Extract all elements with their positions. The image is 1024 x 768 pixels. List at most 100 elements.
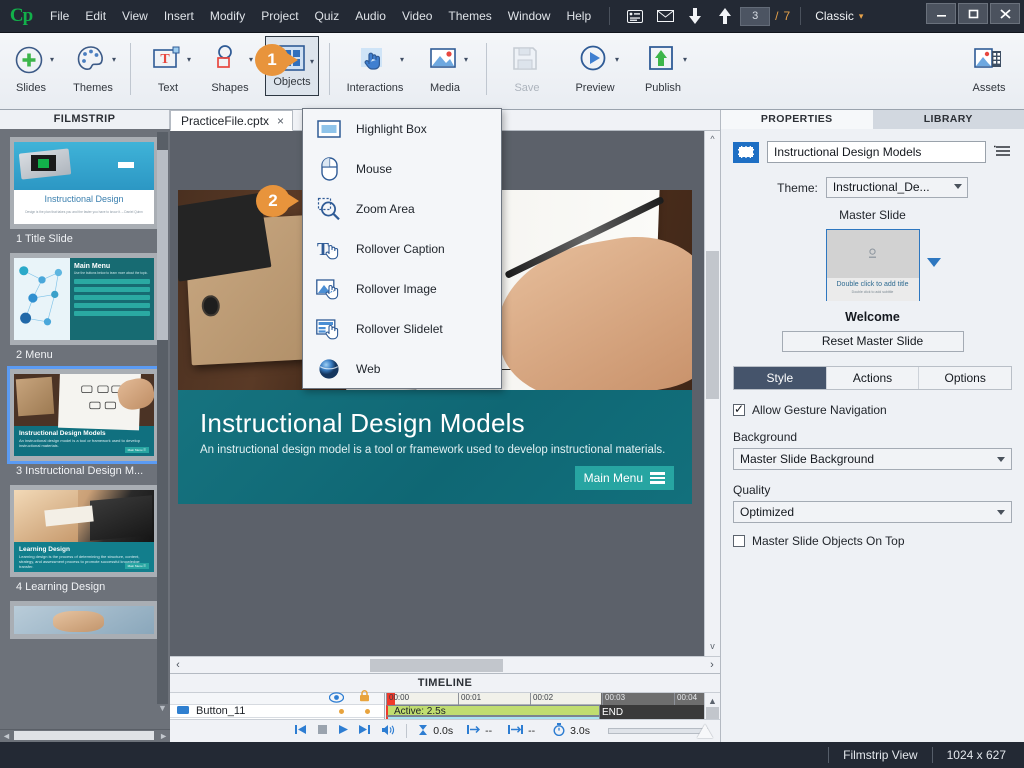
notes-icon[interactable] [626, 7, 644, 25]
tab-properties[interactable]: PROPERTIES [721, 110, 873, 129]
menu-audio[interactable]: Audio [347, 5, 394, 27]
filmstrip-horizontal-scrollbar[interactable]: ◄ ► [0, 729, 170, 742]
tab-style[interactable]: Style [734, 367, 827, 389]
menu-modify[interactable]: Modify [202, 5, 253, 27]
quality-select[interactable]: Optimized [733, 501, 1012, 523]
filmstrip-scroll-down-arrow[interactable]: ▼ [157, 702, 168, 714]
lock-icon[interactable] [359, 690, 370, 702]
close-icon[interactable]: × [277, 114, 284, 128]
menu-themes[interactable]: Themes [440, 5, 499, 27]
view-mode-label[interactable]: Filmstrip View [843, 748, 917, 762]
slide-thumbnail[interactable] [10, 601, 158, 639]
stage-horizontal-scrollbar[interactable]: ‹ › [170, 656, 720, 673]
filmstrip-slide-3[interactable]: Instructional Design Models An instructi… [7, 366, 161, 477]
background-select[interactable]: Master Slide Background [733, 448, 1012, 470]
filmstrip-hscroll-thumb[interactable] [14, 731, 154, 740]
ribbon-button-themes[interactable]: ▾ Themes [62, 33, 124, 108]
tab-actions[interactable]: Actions [826, 367, 920, 389]
stage-scroll-up-arrow[interactable]: ^ [706, 132, 719, 146]
master-slide-thumbnail[interactable]: Double click to add title Double click t… [825, 229, 941, 301]
slide-main-menu-button[interactable]: Main Menu [574, 466, 674, 490]
slide-thumbnail-selected[interactable]: Instructional Design Models An instructi… [7, 366, 161, 464]
filmstrip-scrollbar-thumb[interactable] [157, 150, 168, 340]
slide-thumbnail[interactable]: Main Menu Use the buttons below to learn… [10, 253, 158, 345]
row-visibility-dot[interactable] [339, 708, 344, 714]
window-minimize-button[interactable] [926, 3, 956, 24]
slides-chevron-down-icon[interactable]: ▾ [50, 55, 54, 64]
gesture-navigation-row[interactable]: Allow Gesture Navigation [733, 402, 1012, 417]
menu-item-web[interactable]: Web [303, 349, 501, 389]
ribbon-button-publish[interactable]: ▾ Publish [629, 33, 697, 108]
panel-menu-icon[interactable] [994, 144, 1012, 161]
play-icon[interactable] [338, 724, 349, 738]
stage-hscroll-thumb[interactable] [370, 659, 503, 672]
themes-chevron-down-icon[interactable]: ▾ [112, 55, 116, 64]
ribbon-button-preview[interactable]: ▾ Preview [561, 33, 629, 108]
window-maximize-button[interactable] [958, 3, 988, 24]
workspace-name[interactable]: Classic [815, 9, 854, 23]
menu-item-zoom-area[interactable]: Zoom Area [303, 189, 501, 229]
master-objects-on-top-checkbox[interactable] [733, 535, 745, 547]
menu-quiz[interactable]: Quiz [307, 5, 348, 27]
menu-file[interactable]: File [42, 5, 77, 27]
menu-video[interactable]: Video [394, 5, 440, 27]
slide-thumbnail[interactable]: Learning Design Learning design is the p… [10, 485, 158, 577]
tab-library[interactable]: LIBRARY [872, 110, 1024, 129]
upload-icon[interactable] [716, 7, 734, 25]
menu-item-rollover-image[interactable]: Rollover Image [303, 269, 501, 309]
objects-chevron-down-icon[interactable]: ▾ [310, 57, 314, 66]
window-close-button[interactable] [990, 3, 1020, 24]
stage-scroll-left-arrow[interactable]: ‹ [170, 657, 186, 674]
menu-edit[interactable]: Edit [77, 5, 114, 27]
ribbon-button-shapes[interactable]: ▾ Shapes [199, 33, 261, 108]
eye-icon[interactable] [328, 690, 345, 704]
filmstrip-scroll-area[interactable]: Instructional Design Design is the plan … [0, 129, 170, 727]
gesture-navigation-checkbox[interactable] [733, 402, 745, 416]
ribbon-button-text[interactable]: T ▾ Text [137, 33, 199, 108]
menu-project[interactable]: Project [253, 5, 306, 27]
filmstrip-slide-2[interactable]: Main Menu Use the buttons below to learn… [10, 253, 160, 361]
filmstrip-scroll-left-arrow[interactable]: ◄ [2, 731, 11, 741]
menu-help[interactable]: Help [558, 5, 599, 27]
ribbon-button-slides[interactable]: ▾ Slides [0, 33, 62, 108]
stop-icon[interactable] [317, 724, 328, 738]
menu-item-rollover-caption[interactable]: T Rollover Caption [303, 229, 501, 269]
stage-vertical-scrollbar[interactable]: ^ v [704, 131, 720, 656]
current-slide-number[interactable]: 3 [740, 6, 771, 26]
ribbon-button-media[interactable]: ▾ Media [414, 33, 476, 108]
slide-text-band[interactable]: Instructional Design Models An instructi… [178, 390, 692, 504]
document-tab-practicefile[interactable]: PracticeFile.cptx × [170, 110, 294, 131]
theme-select[interactable]: Instructional_De... [825, 177, 968, 198]
workspace-chevron-down-icon[interactable]: ▾ [859, 11, 864, 22]
ribbon-button-assets[interactable]: Assets [958, 33, 1020, 108]
slide-name-input[interactable]: Instructional Design Models [767, 141, 986, 163]
mail-icon[interactable] [656, 7, 674, 25]
ribbon-button-interactions[interactable]: ▾ Interactions [336, 33, 414, 108]
menu-insert[interactable]: Insert [156, 5, 202, 27]
filmstrip-slide-5-partial[interactable] [10, 601, 160, 639]
shapes-chevron-down-icon[interactable]: ▾ [249, 55, 253, 64]
menu-item-highlight-box[interactable]: Highlight Box [303, 109, 501, 149]
tab-options[interactable]: Options [919, 367, 1012, 389]
stage-scroll-right-arrow[interactable]: › [704, 657, 720, 674]
next-icon[interactable] [359, 724, 371, 738]
reset-master-slide-button[interactable]: Reset Master Slide [781, 331, 964, 352]
timeline-bar[interactable]: Active: 2.5s [386, 705, 600, 716]
menu-window[interactable]: Window [500, 5, 559, 27]
stage-vscroll-thumb[interactable] [706, 251, 719, 399]
timeline-ruler[interactable]: 00:00 00:01 00:02 00:03 00:04 [386, 693, 704, 705]
text-chevron-down-icon[interactable]: ▾ [187, 55, 191, 64]
filmstrip-slide-1[interactable]: Instructional Design Design is the plan … [10, 137, 160, 245]
master-slide-dropdown-arrow-icon[interactable] [926, 258, 941, 267]
download-icon[interactable] [686, 7, 704, 25]
menu-item-mouse[interactable]: Mouse [303, 149, 501, 189]
row-lock-dot[interactable] [365, 708, 370, 714]
preview-chevron-down-icon[interactable]: ▾ [615, 55, 619, 64]
menu-item-rollover-slidelet[interactable]: Rollover Slidelet [303, 309, 501, 349]
publish-chevron-down-icon[interactable]: ▾ [683, 55, 687, 64]
interactions-chevron-down-icon[interactable]: ▾ [400, 55, 404, 64]
timeline-scroll-up-arrow[interactable]: ▲ [706, 694, 719, 708]
filmstrip-slide-4[interactable]: Learning Design Learning design is the p… [10, 485, 160, 593]
stage-scroll-down-arrow[interactable]: v [706, 639, 719, 653]
objects-on-top-row[interactable]: Master Slide Objects On Top [733, 534, 1012, 548]
